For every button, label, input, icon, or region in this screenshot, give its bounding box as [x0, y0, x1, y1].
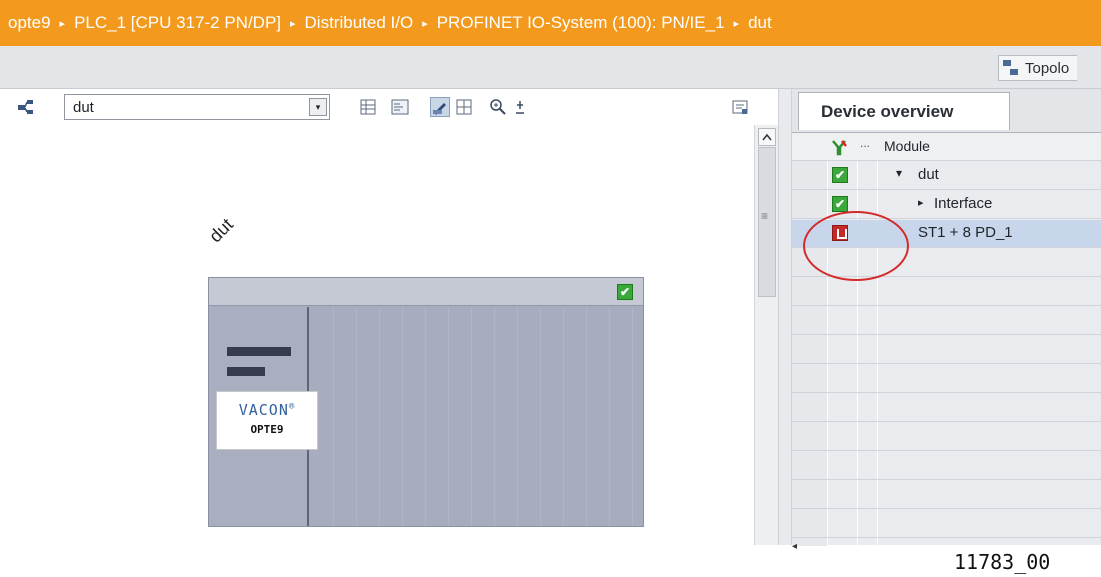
module-label: Interface: [934, 195, 993, 212]
scroll-grip-icon: ≡: [761, 209, 769, 223]
table-row-empty[interactable]: [792, 307, 1101, 335]
ok-status-icon: ✔: [832, 196, 848, 212]
module-label: ST1 + 8 PD_1: [918, 224, 1013, 241]
view-tabs-bar: Topolo: [0, 46, 1101, 89]
figure-code: 11783_00: [954, 550, 1051, 574]
table-header-row: ... Module: [792, 133, 1101, 161]
table-row-empty[interactable]: [792, 510, 1101, 538]
device-module-slots[interactable]: [311, 307, 643, 526]
breadcrumb-item-plc[interactable]: PLC_1 [CPU 317-2 PN/DP]: [74, 13, 281, 33]
table-row-empty[interactable]: [792, 365, 1101, 393]
table-row-empty[interactable]: [792, 336, 1101, 364]
device-overview-table: ... Module ✔ ▾ dut ✔ ▸ Interface ST1 + 8…: [792, 132, 1101, 552]
vacon-logo: VACON®: [238, 401, 296, 419]
breadcrumb-separator-icon: ▸: [422, 17, 428, 30]
expand-icon[interactable]: ▾: [896, 166, 902, 180]
tab-topology-view[interactable]: Topolo: [998, 55, 1078, 81]
zoom-select-icon[interactable]: [510, 97, 530, 117]
topology-icon: [1003, 60, 1019, 76]
device-select-value: dut: [73, 98, 94, 116]
row-pointer-icon: ◂: [792, 541, 798, 552]
breadcrumb-item-project[interactable]: opte9: [8, 13, 51, 33]
grid-icon[interactable]: [454, 97, 474, 117]
breadcrumb-item-device[interactable]: dut: [748, 13, 772, 33]
column-header-dots[interactable]: ...: [860, 136, 870, 150]
tab-device-overview[interactable]: Device overview: [798, 92, 1010, 130]
highlight-ring-annotation: [803, 211, 909, 281]
table-row-empty[interactable]: [792, 394, 1101, 422]
slot-indicator-bar: [227, 367, 265, 376]
table-row-empty[interactable]: [792, 452, 1101, 480]
zoom-in-icon[interactable]: [488, 97, 508, 117]
breadcrumb-item-io-system[interactable]: PROFINET IO-System (100): PN/IE_1: [437, 13, 725, 33]
device-model-label: OPTE9: [250, 423, 284, 436]
tia-portal-device-view: { "breadcrumb": { "items": ["opte9", "PL…: [0, 0, 1101, 577]
table-row-empty[interactable]: [792, 278, 1101, 306]
scroll-up-icon[interactable]: [758, 128, 776, 146]
editor-toolbar: dut ▾: [0, 89, 780, 125]
vacon-logo-card: VACON® OPTE9: [216, 391, 318, 450]
panel-splitter[interactable]: [778, 89, 792, 545]
module-label: dut: [918, 166, 939, 183]
breadcrumb: opte9 ▸ PLC_1 [CPU 317-2 PN/DP] ▸ Distri…: [0, 0, 1101, 46]
show-properties-icon[interactable]: [730, 97, 750, 117]
collapse-icon[interactable]: ▸: [918, 196, 924, 209]
breadcrumb-separator-icon: ▸: [733, 17, 740, 30]
ok-status-icon: ✔: [617, 284, 633, 300]
device-select[interactable]: dut ▾: [64, 94, 330, 120]
ok-status-icon: ✔: [832, 167, 848, 183]
tab-topology-label: Topolo: [1025, 59, 1070, 77]
column-header-module[interactable]: Module: [884, 138, 930, 154]
table-view-icon[interactable]: [358, 97, 378, 117]
device-overview-panel: Device overview ... Module ✔ ▾ dut ✔ ▸ I…: [792, 89, 1101, 552]
slot-indicator-bar: [227, 347, 291, 356]
table-row[interactable]: ✔ ▾ dut: [792, 162, 1101, 190]
canvas-vertical-scrollbar[interactable]: ≡: [754, 125, 778, 545]
breadcrumb-separator-icon: ▸: [59, 17, 66, 30]
network-view-icon[interactable]: [16, 97, 36, 117]
diagnostic-icon: [830, 138, 848, 159]
dropdown-icon[interactable]: ▾: [309, 98, 327, 116]
breadcrumb-separator-icon: ▸: [290, 17, 296, 30]
breadcrumb-item-distributed-io[interactable]: Distributed I/O: [305, 13, 414, 33]
rack-view-icon[interactable]: [390, 97, 410, 117]
device-header: ✔: [209, 278, 643, 306]
draw-tool-icon[interactable]: [430, 97, 450, 117]
table-row-empty[interactable]: [792, 481, 1101, 509]
table-row-empty[interactable]: [792, 423, 1101, 451]
